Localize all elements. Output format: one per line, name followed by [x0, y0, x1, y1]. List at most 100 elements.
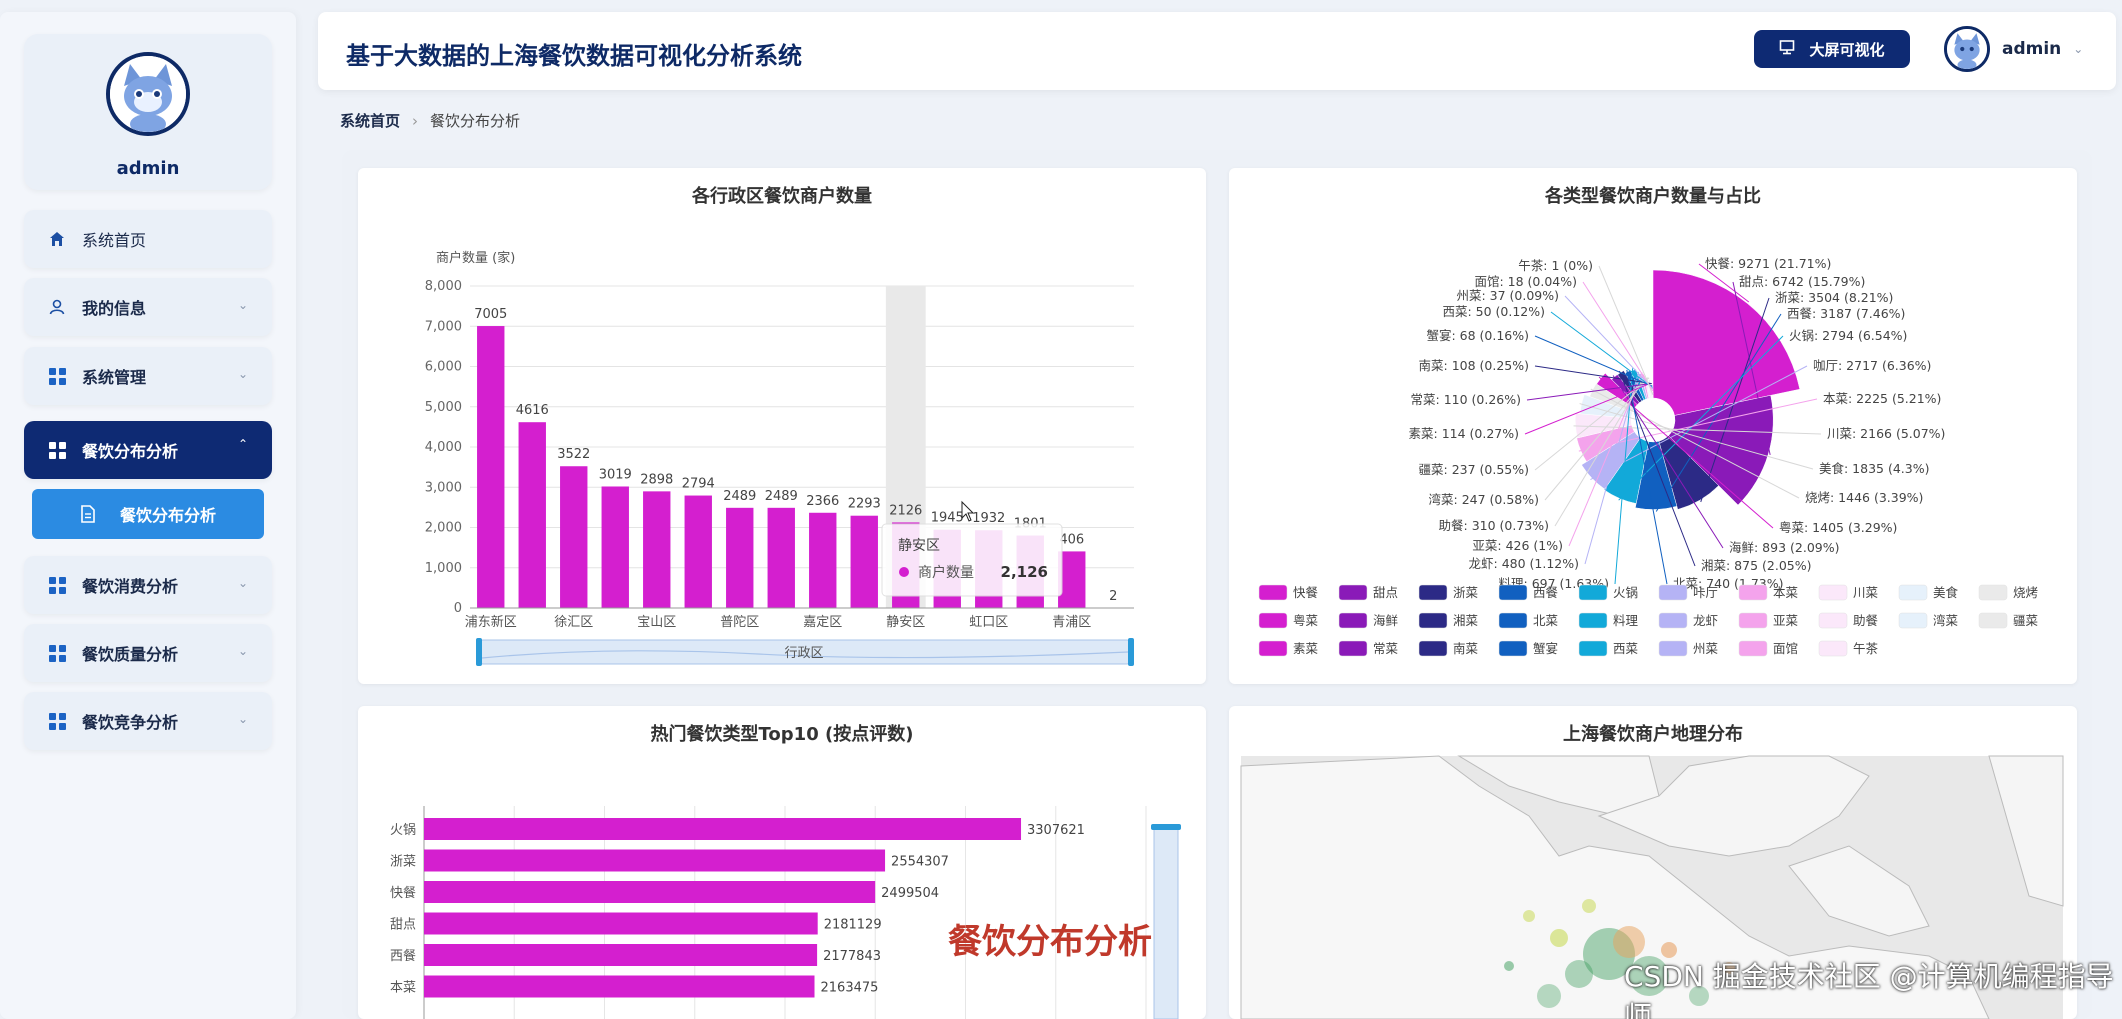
pie-slice-label: 州菜: 37 (0.09%) — [1456, 288, 1559, 303]
bar-value-label: 2177843 — [823, 949, 881, 964]
legend-label: 甜点 — [1373, 585, 1398, 600]
sidebar-item-quality-analysis[interactable]: 餐饮质量分析 ⌄ — [24, 624, 272, 682]
x-tick-label: 浦东新区 — [465, 614, 517, 630]
cuisine-pie-chart-panel: 各类型餐饮商户数量与占比 快餐: 9271 (21.71%) 甜点: 6742 (… — [1229, 168, 2077, 684]
legend-swatch — [1818, 584, 1848, 601]
sidebar-item-my-info[interactable]: 我的信息 ⌄ — [24, 278, 272, 336]
legend-label: 午茶 — [1853, 641, 1879, 656]
chevron-down-icon: ⌄ — [237, 367, 248, 381]
user-menu[interactable]: admin ⌄ — [1944, 26, 2083, 72]
pie-slice-label: 南菜: 108 (0.25%) — [1419, 358, 1529, 373]
pie-slice-label: 龙虾: 480 (1.12%) — [1469, 556, 1579, 571]
bar-value-label: 2163475 — [821, 981, 879, 996]
legend-item: 湘菜 — [1418, 612, 1479, 629]
y-tick-label: 2,000 — [425, 521, 462, 536]
sidebar-subitem-distribution-analysis[interactable]: 餐饮分布分析 — [32, 489, 264, 539]
legend-swatch — [1738, 640, 1768, 657]
legend-label: 常菜 — [1373, 641, 1399, 656]
legend-item: 州菜 — [1658, 640, 1719, 657]
legend-item: 快餐 — [1258, 584, 1319, 601]
legend-swatch — [1338, 640, 1368, 657]
legend-item: 常菜 — [1338, 640, 1399, 657]
sidebar-item-distribution-analysis[interactable]: 餐饮分布分析 ⌃ — [24, 421, 272, 479]
tooltip-title: 静安区 — [898, 538, 940, 554]
avatar[interactable] — [106, 52, 190, 136]
breadcrumb-home[interactable]: 系统首页 — [340, 110, 400, 131]
legend-item: 美食 — [1898, 584, 1959, 601]
pie-slice-label: 川菜: 2166 (5.07%) — [1827, 426, 1945, 441]
bar-value-label: 2794 — [682, 477, 715, 492]
tooltip-marker — [899, 567, 909, 577]
legend-swatch — [1978, 584, 2008, 601]
grid-icon — [48, 367, 66, 385]
zoom-slider — [1153, 825, 1179, 1019]
legend-item: 湾菜 — [1898, 612, 1959, 629]
monitor-icon — [1779, 39, 1795, 59]
bar — [560, 466, 588, 608]
legend-item: 北菜 — [1498, 612, 1559, 629]
sidebar-item-home[interactable]: 系统首页 — [24, 210, 272, 268]
bar — [684, 495, 712, 608]
grid-icon — [48, 644, 66, 662]
legend-swatch — [1418, 612, 1448, 629]
legend-item: 亚菜 — [1738, 612, 1799, 629]
legend-label: 州菜 — [1693, 641, 1719, 656]
bar-value-label: 2898 — [640, 472, 673, 487]
legend-swatch — [1258, 640, 1288, 657]
legend-swatch — [1898, 584, 1928, 601]
legend-item: 龙虾 — [1658, 612, 1718, 629]
legend-item: 粤菜 — [1258, 612, 1319, 629]
chevron-down-icon: ⌄ — [2073, 42, 2084, 56]
sidebar-item-consumption-analysis[interactable]: 餐饮消费分析 ⌄ — [24, 556, 272, 614]
legend-swatch — [1898, 612, 1928, 629]
legend-swatch — [1418, 584, 1448, 601]
sidebar-item-competition-analysis[interactable]: 餐饮竞争分析 ⌄ — [24, 692, 272, 750]
legend-item: 海鲜 — [1338, 612, 1398, 629]
y-tick-label: 3,000 — [425, 480, 462, 495]
legend-label: 疆菜 — [2013, 613, 2039, 628]
pie-slice-label: 疆菜: 237 (0.55%) — [1419, 462, 1529, 477]
breadcrumb-separator-icon: › — [412, 111, 419, 130]
legend-swatch — [1658, 584, 1688, 601]
avatar — [1944, 26, 1990, 72]
legend-swatch — [1978, 612, 2008, 629]
legend-label: 快餐 — [1293, 585, 1319, 600]
bar-value-label: 2499504 — [881, 886, 939, 901]
x-tick-label: 普陀区 — [720, 614, 759, 630]
pie-slice-label: 快餐: 9271 (21.71%) — [1705, 256, 1831, 271]
cuisine-pie-chart: 快餐: 9271 (21.71%) 甜点: 6742 (15.79%)浙菜: 35… — [1258, 256, 2039, 657]
legend-swatch — [1658, 612, 1688, 629]
legend-label: 咔厅 — [1693, 585, 1718, 600]
x-tick-label: 徐汇区 — [554, 615, 593, 630]
legend-label: 蟹宴 — [1533, 641, 1558, 656]
bar — [424, 881, 876, 903]
legend-label: 龙虾 — [1693, 613, 1718, 628]
bar-value-label: 1945 — [931, 511, 964, 526]
bar — [424, 975, 815, 998]
x-axis-label: 行政区 — [784, 646, 823, 661]
legend-item: 午茶 — [1818, 640, 1879, 657]
x-tick-label: 静安区 — [886, 615, 925, 630]
y-tick-label: 火锅 — [390, 822, 416, 838]
bar-value-label: 2489 — [723, 489, 756, 504]
home-icon — [48, 230, 66, 248]
sidebar-item-system-management[interactable]: 系统管理 ⌄ — [24, 347, 272, 405]
y-tick-label: 浙菜 — [390, 855, 416, 870]
bigscreen-button[interactable]: 大屏可视化 — [1754, 30, 1910, 68]
legend-swatch — [1738, 612, 1768, 629]
sidebar: admin 系统首页 我的信息 ⌄ 系统管理 ⌄ 餐饮分布分析 ⌃ 餐饮分布分析… — [0, 12, 296, 1019]
zoom-handle-top — [1151, 824, 1181, 830]
x-tick-label: 青浦区 — [1052, 615, 1091, 630]
breadcrumb-current: 餐饮分布分析 — [430, 112, 521, 130]
bar-value-label: 2293 — [848, 497, 881, 512]
legend-swatch — [1258, 584, 1288, 601]
bar-value-label: 7005 — [474, 307, 507, 322]
bar-value-label: 3522 — [557, 447, 590, 462]
y-tick-label: 1,000 — [425, 561, 462, 576]
header-username: admin — [2002, 39, 2062, 59]
legend-item: 蟹宴 — [1498, 640, 1558, 657]
sidebar-item-label: 餐饮质量分析 — [82, 645, 179, 664]
pie-slice-label: 粤菜: 1405 (3.29%) — [1779, 520, 1897, 535]
y-tick-label: 7,000 — [425, 319, 462, 334]
legend-swatch — [1738, 584, 1768, 601]
